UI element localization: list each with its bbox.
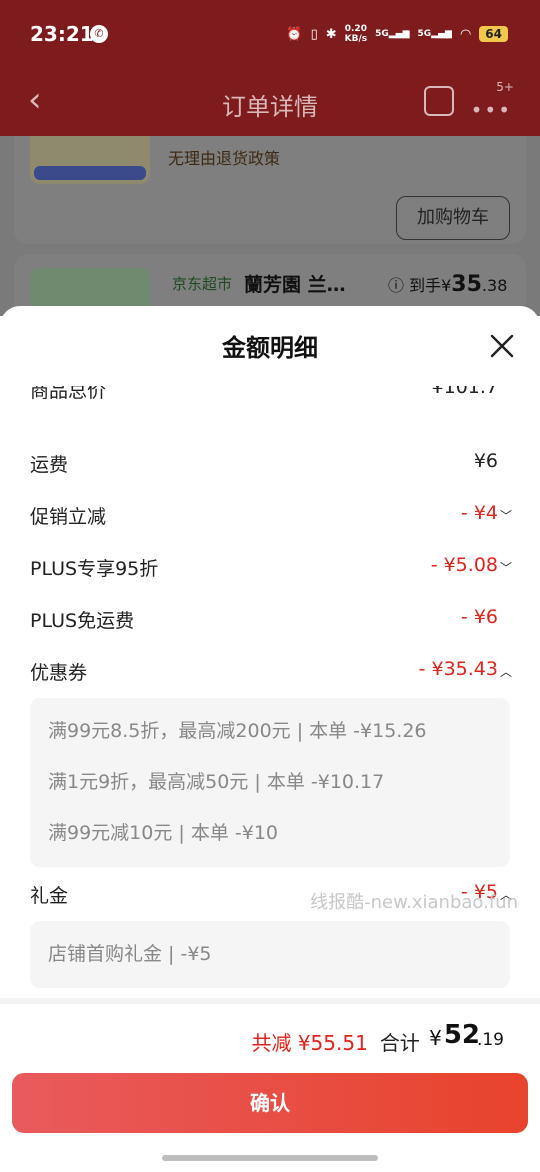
bluetooth-icon: ✱ <box>325 26 337 42</box>
row-value: ¥101.7 <box>431 386 498 398</box>
row-value: - ¥6 <box>460 606 498 628</box>
sheet-title: 金额明细 <box>222 334 318 362</box>
total-amount-dec: .19 <box>476 1030 504 1050</box>
battery-icon: 64 <box>479 26 508 42</box>
divider <box>0 998 540 1004</box>
sheet-header: 金额明细 <box>0 306 540 386</box>
status-bar: 23:21 ✆ ⏰ ▯ ✱ 0.20 KB/s 5G▂▄▆ 5G▂▄▆ ◠ 64 <box>0 0 540 70</box>
net-speed: 0.20 KB/s <box>345 24 367 44</box>
row-label: PLUS免运费 <box>30 610 135 632</box>
row-label: 商品总价 <box>30 386 107 402</box>
row-label: 优惠券 <box>30 662 88 684</box>
gift-details: 店铺首购礼金 | -¥5 <box>30 921 510 988</box>
net-speed-unit: KB/s <box>344 34 368 44</box>
page-title: 订单详情 <box>222 93 318 121</box>
more-badge: 5+ <box>496 80 514 94</box>
home-indicator[interactable] <box>162 1155 378 1161</box>
watermark: 线报酷-new.xianbao.fun <box>310 892 518 913</box>
gift-item: 店铺首购礼金 | -¥5 <box>48 943 212 965</box>
total-saved: 共减 ¥55.51 <box>251 1031 368 1055</box>
jd-supermarket-tag: 京东超市 <box>172 275 233 293</box>
chevron-down-icon[interactable]: ﹀ <box>500 559 512 576</box>
signal-1-icon: 5G▂▄▆ <box>375 29 410 39</box>
total-currency: ¥ <box>429 1026 442 1050</box>
row-value: - ¥5.08 <box>430 554 498 576</box>
navbar: ‹ 订单详情 ••• 5+ <box>0 70 540 136</box>
status-time: 23:21 <box>30 22 94 46</box>
chevron-down-icon[interactable]: ﹀ <box>500 507 512 524</box>
total-amount-int: 52 <box>443 1020 480 1050</box>
signal-1-label: 5G <box>375 29 389 39</box>
row-plus-free-shipping: PLUS免运费 - ¥6 <box>14 594 526 646</box>
price-prefix: 到手¥ <box>409 276 452 295</box>
product-name: 蘭芳園 兰… <box>244 274 346 296</box>
row-value: - ¥4 <box>460 502 498 524</box>
coupon-details: 满99元8.5折，最高减200元 | 本单 -¥15.26 满1元9折，最高减5… <box>30 698 510 867</box>
add-to-cart-button[interactable]: 加购物车 <box>396 196 510 240</box>
summary-bar: 共减 ¥55.51 合计 ¥ 52 .19 <box>0 1014 540 1064</box>
share-icon[interactable] <box>424 86 454 116</box>
vibrate-icon: ▯ <box>310 26 318 42</box>
row-label: 促销立减 <box>30 506 107 528</box>
row-goods-total: 商品总价 ¥101.7 <box>14 386 526 438</box>
chevron-up-icon[interactable]: ︿ <box>500 663 512 680</box>
row-label: PLUS专享95折 <box>30 558 159 580</box>
row-label: 礼金 <box>30 885 69 907</box>
wifi-icon: ◠ <box>459 26 472 42</box>
price-dec: .38 <box>481 276 508 295</box>
coupon-item: 满99元8.5折，最高减200元 | 本单 -¥15.26 <box>48 720 427 742</box>
total-label: 合计 <box>379 1031 420 1055</box>
confirm-button[interactable]: 确认 <box>12 1073 528 1133</box>
price-int: 35 <box>451 272 482 297</box>
product-price: ⓘ 到手¥35.38 <box>388 272 507 297</box>
whatsapp-icon: ✆ <box>90 25 108 43</box>
more-icon[interactable]: ••• <box>471 98 512 122</box>
net-speed-value: 0.20 <box>344 24 367 34</box>
signal-2-icon: 5G▂▄▆ <box>417 29 452 39</box>
order-content-background: 无理由退货政策 加购物车 京东超市 蘭芳園 兰… ⓘ 到手¥35.38 <box>0 136 540 334</box>
row-plus-discount[interactable]: PLUS专享95折 - ¥5.08 ﹀ <box>14 542 526 594</box>
refund-policy-text: 无理由退货政策 <box>168 149 281 168</box>
row-value: ¥6 <box>473 450 498 472</box>
status-icons: ⏰ ▯ ✱ 0.20 KB/s 5G▂▄▆ 5G▂▄▆ ◠ 64 <box>286 24 508 44</box>
row-promotion[interactable]: 促销立减 - ¥4 ﹀ <box>14 490 526 542</box>
row-value: - ¥35.43 <box>418 658 498 680</box>
signal-2-label: 5G <box>417 29 432 39</box>
row-coupons[interactable]: 优惠券 - ¥35.43 ︿ <box>14 646 526 698</box>
row-shipping: 运费 ¥6 <box>14 438 526 490</box>
product-image-1-banner <box>34 166 146 180</box>
close-icon[interactable] <box>488 332 516 360</box>
alarm-icon: ⏰ <box>286 26 303 42</box>
info-icon: ⓘ <box>388 276 405 295</box>
row-label: 运费 <box>30 454 69 476</box>
coupon-item: 满99元减10元 | 本单 -¥10 <box>48 822 278 844</box>
coupon-item: 满1元9折，最高减50元 | 本单 -¥10.17 <box>48 771 385 793</box>
